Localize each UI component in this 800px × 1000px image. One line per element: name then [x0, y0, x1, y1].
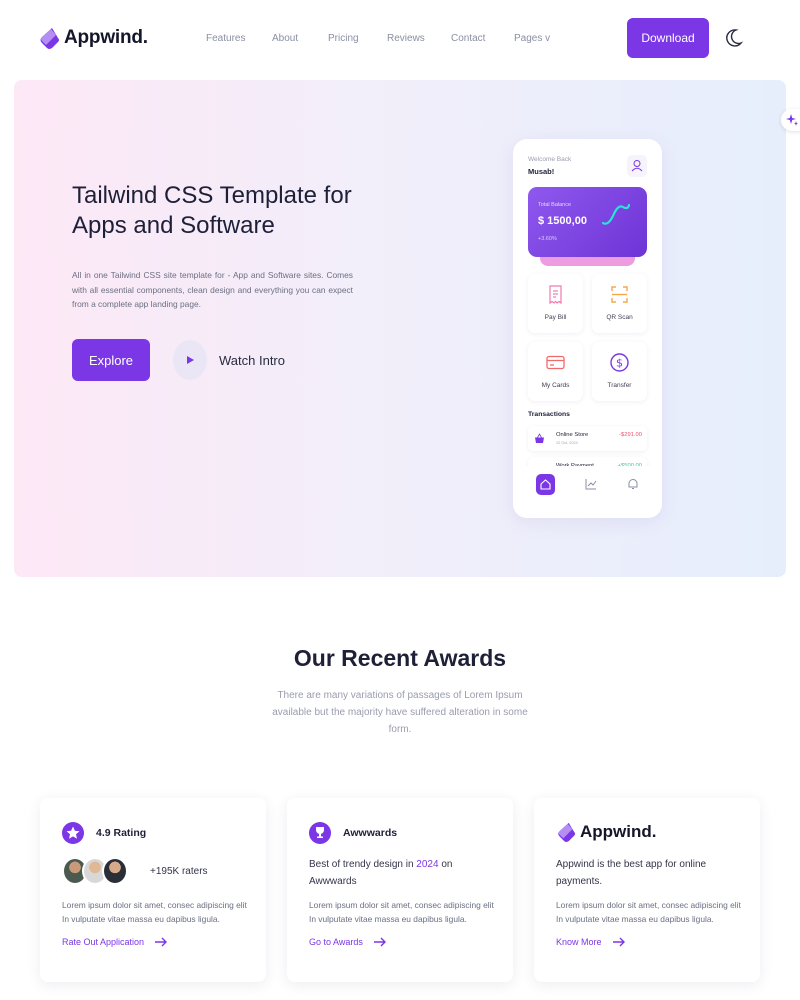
card-heading: Appwind. — [580, 822, 657, 841]
tile-pay-bill: Pay Bill — [528, 274, 583, 333]
dollar-circle-icon: $ — [610, 353, 629, 372]
card-header: Awwwards — [309, 821, 397, 845]
transactions-title: Transactions — [528, 411, 570, 418]
home-icon — [540, 479, 551, 490]
rater-avatars — [62, 857, 128, 885]
card-body: Lorem ipsum dolor sit amet, consec adipi… — [62, 900, 247, 924]
phone-profile-button — [627, 155, 647, 177]
tile-label: Pay Bill — [544, 314, 567, 321]
qr-scan-icon — [611, 286, 628, 303]
award-card-awwwards: Awwwards Best of trendy design in 2024 o… — [287, 798, 513, 982]
arrow-right-icon — [612, 937, 625, 947]
card-header: 4.9 Rating — [62, 821, 146, 845]
rate-app-link[interactable]: Rate Out Application — [62, 937, 168, 947]
tile-label: My Cards — [541, 382, 570, 389]
play-button-circle[interactable] — [173, 340, 207, 380]
know-more-link[interactable]: Know More — [556, 937, 626, 947]
play-icon — [187, 356, 194, 364]
top-navbar: Appwind. Features About Pricing Reviews … — [0, 0, 800, 78]
logo-mark-icon — [558, 822, 576, 842]
card-body: Lorem ipsum dolor sit amet, consec adipi… — [556, 900, 741, 924]
card-link-label: Know More — [556, 937, 602, 947]
awards-title: Our Recent Awards — [293, 645, 507, 671]
trend-wave-icon — [601, 203, 631, 225]
brand-logo[interactable]: Appwind. — [38, 26, 148, 50]
dark-mode-moon-icon[interactable] — [725, 28, 743, 48]
sparkle-icon — [786, 114, 798, 126]
card-link-label: Rate Out Application — [62, 937, 145, 947]
watch-intro-label: Watch Intro — [219, 352, 285, 368]
card-main-text: Best of trendy design in 2024 on Awwward… — [309, 856, 494, 890]
credit-card-icon — [546, 355, 565, 370]
hero-section — [14, 80, 786, 577]
balance-amount: $ 1500,00 — [538, 215, 587, 227]
card-main-text: Appwind is the best app for online payme… — [556, 859, 707, 887]
balance-label: Total Balance — [538, 202, 572, 208]
award-card-appwind: Appwind. Appwind is the best app for onl… — [534, 798, 760, 982]
nav-link-pricing[interactable]: Pricing — [328, 33, 359, 44]
hero-title-line1: Tailwind CSS Template for — [72, 182, 352, 209]
brand-name: Appwind. — [64, 27, 148, 48]
transaction-row: Online Store 22 Oct, 2024 -$291.00 — [528, 426, 647, 451]
phone-welcome-text: Welcome Back — [528, 156, 572, 163]
trophy-badge-icon — [309, 822, 331, 844]
user-icon — [631, 160, 643, 172]
nav-link-features[interactable]: Features — [206, 33, 245, 44]
card-brand-logo: Appwind. — [556, 820, 656, 844]
sparkle-tab[interactable] — [781, 109, 800, 131]
tile-my-cards: My Cards — [528, 342, 583, 401]
card-link-label: Go to Awards — [309, 937, 363, 947]
nav-link-pages-dropdown[interactable]: Pages v — [514, 33, 550, 44]
hero-description: All in one Tailwind CSS site template fo… — [72, 270, 353, 309]
nav-link-reviews[interactable]: Reviews — [387, 33, 425, 44]
hero-title-line2: Apps and Software — [72, 212, 275, 239]
balance-card: Total Balance $ 1500,00 +3.60% — [528, 187, 647, 257]
watch-intro-button[interactable]: Watch Intro — [173, 340, 285, 380]
nav-link-contact[interactable]: Contact — [451, 33, 485, 44]
phone-mockup: Welcome Back Musab! Total Balance $ 1500… — [513, 139, 662, 518]
receipt-icon — [549, 285, 562, 305]
transaction-date: 22 Oct, 2024 — [556, 441, 578, 445]
balance-change: +3.60% — [538, 236, 557, 242]
transaction-name: Online Store — [556, 432, 589, 438]
tile-qr-scan: QR Scan — [592, 274, 647, 333]
download-button[interactable]: Download — [627, 18, 709, 58]
avatar — [102, 857, 128, 885]
awards-subtitle: There are many variations of passages of… — [272, 690, 528, 735]
phone-nav-home — [536, 474, 555, 495]
card-body: Lorem ipsum dolor sit amet, consec adipi… — [309, 900, 494, 924]
card-main-pre: Best of trendy design in — [309, 859, 417, 870]
phone-user-name: Musab! — [528, 167, 555, 176]
svg-text:$: $ — [616, 357, 623, 370]
nav-link-about[interactable]: About — [272, 33, 298, 44]
raters-count: +195K raters — [150, 866, 208, 877]
arrow-right-icon — [373, 937, 386, 947]
basket-icon — [535, 433, 544, 443]
tile-label: QR Scan — [606, 314, 633, 321]
go-to-awards-link[interactable]: Go to Awards — [309, 937, 387, 947]
phone-bottom-nav — [513, 466, 662, 518]
award-card-rating: 4.9 Rating +195K raters Lorem ipsum dolo… — [40, 798, 266, 982]
card-heading: 4.9 Rating — [96, 827, 147, 839]
card-heading: Awwwards — [343, 827, 398, 839]
star-badge-icon — [62, 822, 84, 844]
card-main-year: 2024 — [416, 859, 439, 870]
logo-mark-icon — [40, 28, 59, 49]
transaction-amount: -$291.00 — [619, 432, 642, 438]
chart-icon — [585, 479, 597, 490]
tile-label: Transfer — [607, 382, 632, 389]
explore-button[interactable]: Explore — [72, 339, 150, 381]
arrow-right-icon — [155, 937, 168, 947]
tile-transfer: $ Transfer — [592, 342, 647, 401]
bell-icon — [628, 479, 638, 489]
hero-title: Tailwind CSS Template for Apps and Softw… — [72, 181, 372, 241]
